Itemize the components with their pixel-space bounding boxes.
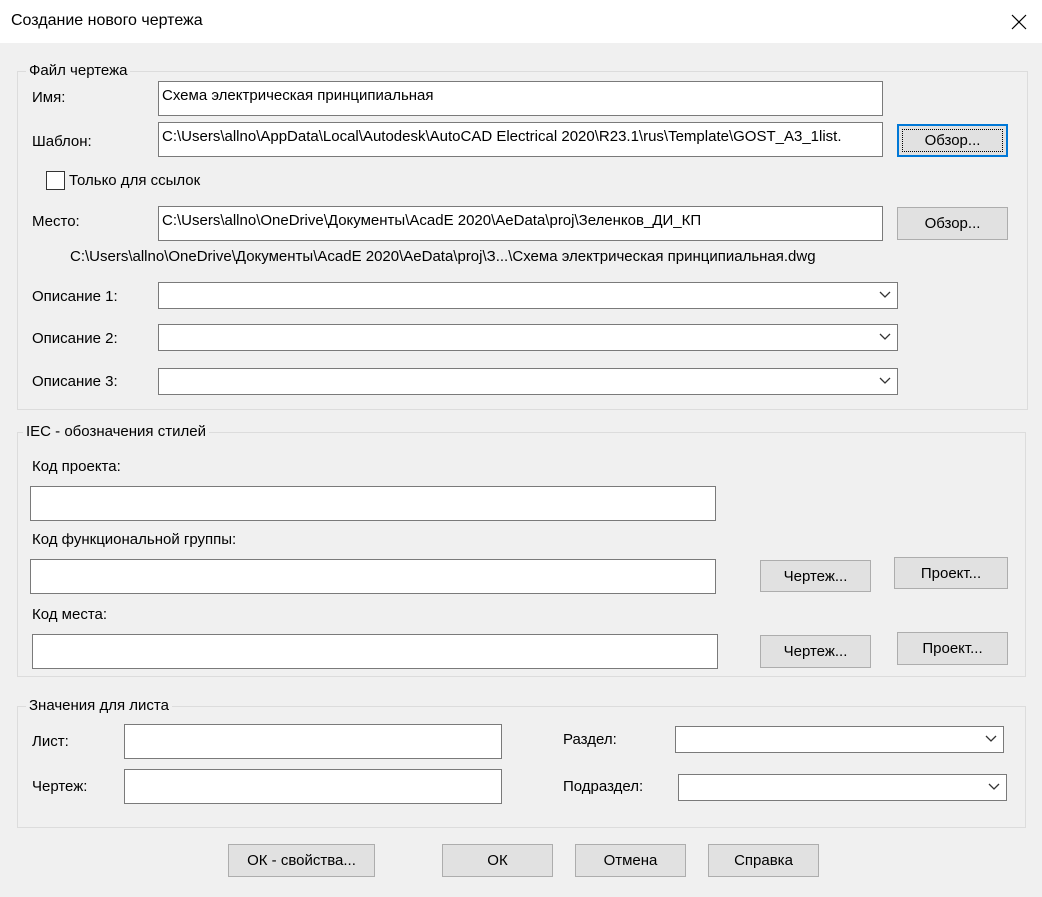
project-code-label: Код проекта: <box>32 458 121 475</box>
description-2-combo[interactable] <box>158 324 898 351</box>
sheet-group-legend: Значения для листа <box>26 697 172 715</box>
window-title: Создание нового чертежа <box>11 12 203 29</box>
cancel-button[interactable]: Отмена <box>575 844 686 877</box>
close-button[interactable] <box>996 0 1042 43</box>
title-bar: Создание нового чертежа <box>0 0 1042 43</box>
section-label: Раздел: <box>563 731 617 748</box>
drawing-input[interactable] <box>124 769 502 804</box>
template-browse-button[interactable]: Обзор... <box>897 124 1008 157</box>
name-input[interactable]: Схема электрическая принципиальная <box>158 81 883 116</box>
location-browse-button[interactable]: Обзор... <box>897 207 1008 240</box>
description-3-combo[interactable] <box>158 368 898 395</box>
location-code-input[interactable] <box>32 634 718 669</box>
location-code-label: Код места: <box>32 606 108 623</box>
sheet-input[interactable] <box>124 724 502 759</box>
description-3-label: Описание 3: <box>32 373 118 390</box>
sheet-label: Лист: <box>32 733 69 750</box>
location-code-project-button[interactable]: Проект... <box>897 632 1008 665</box>
reference-only-label[interactable]: Только для ссылок <box>69 172 200 190</box>
description-1-combo[interactable] <box>158 282 898 309</box>
reference-only-checkbox[interactable] <box>46 171 65 190</box>
func-group-project-label: Проект... <box>920 564 982 582</box>
template-input[interactable]: C:\Users\allno\AppData\Local\Autodesk\Au… <box>158 122 883 157</box>
func-group-label: Код функциональной группы: <box>32 531 237 548</box>
description-2-label: Описание 2: <box>32 330 118 347</box>
name-label: Имя: <box>32 89 66 106</box>
subsection-label: Подраздел: <box>563 778 644 795</box>
section-combo[interactable] <box>675 726 1004 753</box>
help-label: Справка <box>734 852 793 869</box>
location-label: Место: <box>32 213 80 230</box>
ok-properties-label: ОК - свойства... <box>247 852 356 869</box>
location-input[interactable]: C:\Users\allno\OneDrive\Документы\AcadE … <box>158 206 883 241</box>
drawing-label: Чертеж: <box>32 778 88 795</box>
func-group-project-button[interactable]: Проект... <box>894 557 1008 589</box>
location-browse-label: Обзор... <box>924 215 981 232</box>
project-code-input[interactable] <box>30 486 716 521</box>
chevron-down-icon <box>879 377 891 384</box>
chevron-down-icon <box>879 291 891 298</box>
close-icon <box>1011 14 1027 29</box>
template-label: Шаблон: <box>32 133 92 150</box>
description-1-label: Описание 1: <box>32 288 118 305</box>
location-code-project-label: Проект... <box>922 640 983 657</box>
iec-group-legend: IEC - обозначения стилей <box>23 423 209 441</box>
help-button[interactable]: Справка <box>708 844 819 877</box>
location-code-drawing-button[interactable]: Чертеж... <box>760 635 871 668</box>
chevron-down-icon <box>879 333 891 340</box>
full-path-text: C:\Users\allno\OneDrive\Документы\AcadE … <box>70 248 816 265</box>
ok-properties-button[interactable]: ОК - свойства... <box>228 844 375 877</box>
func-group-drawing-label: Чертеж... <box>783 567 848 585</box>
ok-button[interactable]: ОК <box>442 844 553 877</box>
cancel-label: Отмена <box>603 852 658 869</box>
chevron-down-icon <box>988 783 1000 790</box>
func-group-input[interactable] <box>30 559 716 594</box>
file-group-legend: Файл чертежа <box>26 62 131 80</box>
func-group-drawing-button[interactable]: Чертеж... <box>760 560 871 592</box>
ok-label: ОК <box>487 852 508 869</box>
location-code-drawing-label: Чертеж... <box>783 643 848 660</box>
chevron-down-icon <box>985 735 997 742</box>
subsection-combo[interactable] <box>678 774 1007 801</box>
